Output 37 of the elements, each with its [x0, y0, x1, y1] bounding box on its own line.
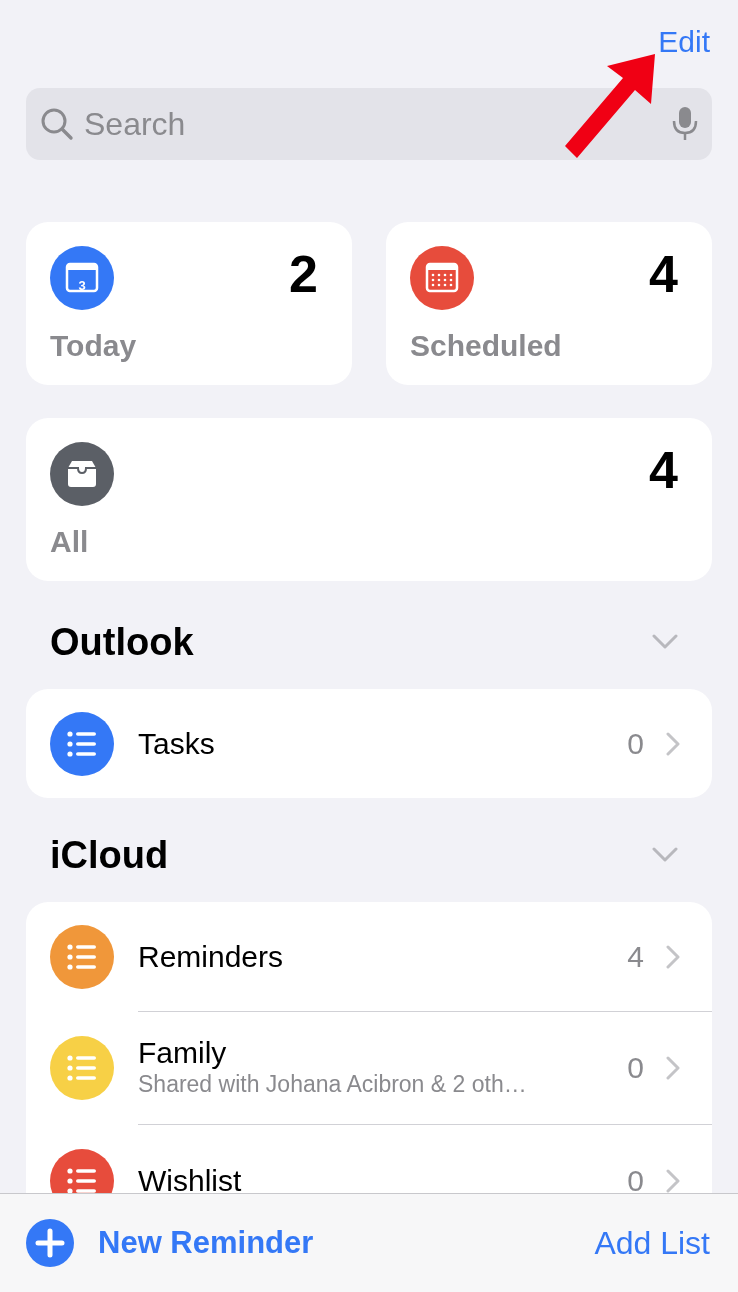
list-label: All [50, 524, 89, 560]
day-number: 3 [77, 279, 87, 292]
count-label: 2 [289, 244, 318, 304]
list-name: Family [138, 1037, 228, 1069]
chevron-right-icon [666, 731, 680, 756]
count-label: 0 [627, 727, 644, 760]
count-label: 4 [649, 440, 678, 500]
chevron-right-icon [666, 1056, 680, 1080]
section-title: Outlook [50, 620, 194, 665]
microphone-icon[interactable] [672, 106, 698, 142]
chevron-icon[interactable] [652, 847, 678, 863]
search-icon [40, 107, 74, 141]
smart-list-card[interactable]: 4 All [26, 418, 712, 581]
list-row[interactable]: Family Shared with Johana Acibron & 2 oth… 0 [26, 1011, 712, 1124]
list-label: Scheduled [410, 328, 562, 364]
count-label: 4 [649, 244, 678, 304]
count-label: 4 [627, 940, 644, 973]
list-row[interactable]: Reminders 4 [26, 902, 712, 1011]
count-label: 0 [627, 1052, 644, 1084]
chevron-right-icon [666, 944, 680, 969]
list-row[interactable]: Tasks 0 [26, 689, 712, 798]
list-label: Today [50, 328, 137, 364]
section-title: iCloud [50, 833, 169, 878]
list-name: Wishlist [138, 1165, 243, 1193]
list-name: Tasks [138, 727, 216, 760]
chevron-icon[interactable] [652, 634, 678, 650]
add-list-button[interactable]: Add List [594, 1219, 710, 1267]
count-label: 0 [627, 1165, 644, 1193]
list-subtitle: Shared with Johana Acibron & 2 oth… [138, 1070, 528, 1099]
smart-list-card[interactable]: 4 Scheduled [386, 222, 712, 385]
search-field[interactable]: Search [26, 88, 712, 160]
smart-list-card[interactable]: 3 2 Today [26, 222, 352, 385]
plus-icon [26, 1219, 74, 1267]
list-name: Reminders [138, 940, 285, 973]
new-reminder-button[interactable]: New Reminder [26, 1219, 314, 1267]
search-input[interactable]: Search [84, 100, 662, 148]
edit-button[interactable]: Edit [658, 18, 710, 64]
